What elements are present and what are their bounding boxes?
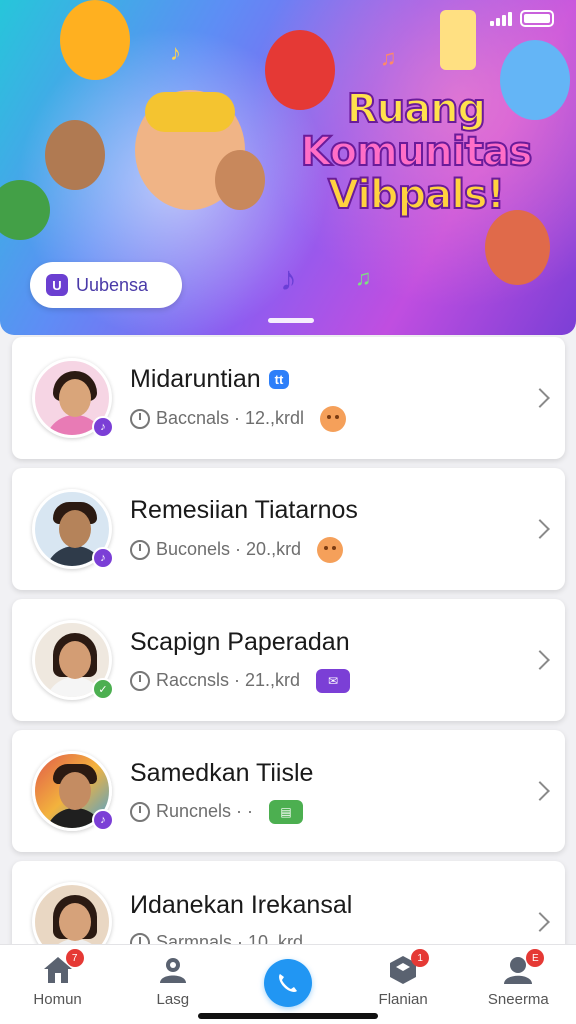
avatar: ♪ xyxy=(32,751,114,831)
status-badge: ✓ xyxy=(92,678,114,700)
chevron-right-icon xyxy=(530,388,550,408)
tab-label: Homun xyxy=(33,991,82,1008)
item-title: Remesiian Tiatarnos xyxy=(130,496,533,525)
signal-icon xyxy=(490,11,512,26)
item-meta-text: Runcnels · · xyxy=(156,801,254,821)
notification-badge: 1 xyxy=(411,949,430,967)
item-meta: Buconels · 20.,krd xyxy=(130,536,533,563)
item-title: Иdanekan Irekansal xyxy=(130,891,533,920)
item-meta-text: Buconels · 20.,krd xyxy=(156,539,302,559)
chat-tag-icon: tt xyxy=(268,369,290,389)
music-note-icon: ♪ xyxy=(170,40,181,65)
girl2-character-icon xyxy=(215,150,265,210)
notification-badge: 7 xyxy=(65,949,84,967)
item-title-text: Midaruntian xyxy=(130,364,261,393)
list-item[interactable]: ♪ Midaruntian tt Baccnals · 12.,krdl xyxy=(12,337,565,459)
list-item[interactable]: ♪ Remesiian Tiatarnos Buconels · 20.,krd xyxy=(12,468,565,590)
orange-mascot-icon xyxy=(60,0,130,80)
notification-badge: E xyxy=(526,949,545,967)
status-bar xyxy=(490,10,554,27)
hijab-girl-character-icon xyxy=(485,210,550,285)
item-meta: Runcnels · · ▤ xyxy=(130,799,533,824)
item-title: Samedkan Tiisle xyxy=(130,759,533,788)
chevron-right-icon xyxy=(530,519,550,539)
hero-banner[interactable]: ♪ ♫ ♪ ♫ Ruang Komunitas Vibpals! U Uuben… xyxy=(0,0,576,335)
tab-home[interactable]: 7 Homun xyxy=(8,949,108,1024)
clock-icon xyxy=(130,539,150,560)
clock-icon xyxy=(130,670,150,691)
item-title: Midaruntian tt xyxy=(130,365,533,394)
phone-icon xyxy=(263,959,312,1007)
hero-chip-label: Uubensa xyxy=(76,274,149,295)
chevron-right-icon xyxy=(530,781,550,801)
hero-chip-button[interactable]: U Uubensa xyxy=(30,262,182,308)
music-note-icon: ♫ xyxy=(355,265,372,290)
item-title-text: Иdanekan Irekansal xyxy=(130,891,353,919)
purple-chat-icon: ✉ xyxy=(316,668,351,693)
green-chat-icon: ▤ xyxy=(269,799,304,824)
u-logo-icon: U xyxy=(46,274,68,296)
tab-label: Lasg xyxy=(156,991,190,1008)
item-title-text: Scapign Paperadan xyxy=(130,627,350,656)
item-title-text: Remesiian Tiatarnos xyxy=(130,495,358,524)
home-indicator[interactable] xyxy=(198,1013,378,1019)
item-meta: Baccnals · 12.,krdl xyxy=(130,405,533,432)
carousel-indicator xyxy=(268,318,314,323)
clock-icon xyxy=(130,408,150,429)
status-badge: ♪ xyxy=(92,416,114,438)
hero-title-line: Vibpals! xyxy=(327,172,506,219)
item-meta-text: Baccnals · 12.,krdl xyxy=(156,408,305,428)
item-title: Scapign Paperadan xyxy=(130,628,533,657)
bottom-tab-bar: 7 Homun Lasg 1 Flanian E Sneerma xyxy=(0,944,576,1024)
item-meta: Raccnsls · 21.,krd ✉ xyxy=(130,668,533,693)
emoji-face-icon xyxy=(317,536,344,563)
phone-prop-icon xyxy=(440,10,476,70)
people-icon xyxy=(159,958,186,983)
battery-icon xyxy=(520,10,554,27)
girl-character-icon xyxy=(45,120,105,190)
green-mascot-icon xyxy=(0,180,50,240)
item-meta-text: Raccnsls · 21.,krd xyxy=(156,670,301,690)
list-item[interactable]: ♪ Samedkan Tiisle Runcnels · · ▤ xyxy=(12,730,565,852)
avatar: ♪ xyxy=(32,489,114,569)
music-note-icon: ♫ xyxy=(380,45,397,70)
hero-title: Ruang Komunitas Vibpals! xyxy=(296,86,536,219)
status-badge: ♪ xyxy=(92,547,114,569)
status-badge: ♪ xyxy=(92,809,114,831)
man-goggles-icon xyxy=(145,92,235,132)
avatar: ✓ xyxy=(32,620,114,700)
hero-title-line: Ruang xyxy=(346,86,487,132)
chevron-right-icon xyxy=(530,912,550,932)
chevron-right-icon xyxy=(530,650,550,670)
music-note-icon: ♪ xyxy=(280,260,297,298)
tab-label: Flanian xyxy=(378,991,428,1008)
tab-sneerma[interactable]: E Sneerma xyxy=(468,949,568,1024)
clock-icon xyxy=(130,801,150,822)
avatar: ♪ xyxy=(32,358,114,438)
hero-title-line: Komunitas xyxy=(299,129,533,176)
emoji-face-icon xyxy=(320,405,347,432)
list-item[interactable]: ✓ Scapign Paperadan Raccnsls · 21.,krd ✉ xyxy=(12,599,565,721)
item-title-text: Samedkan Tiisle xyxy=(130,758,314,787)
tab-label: Sneerma xyxy=(487,991,549,1008)
